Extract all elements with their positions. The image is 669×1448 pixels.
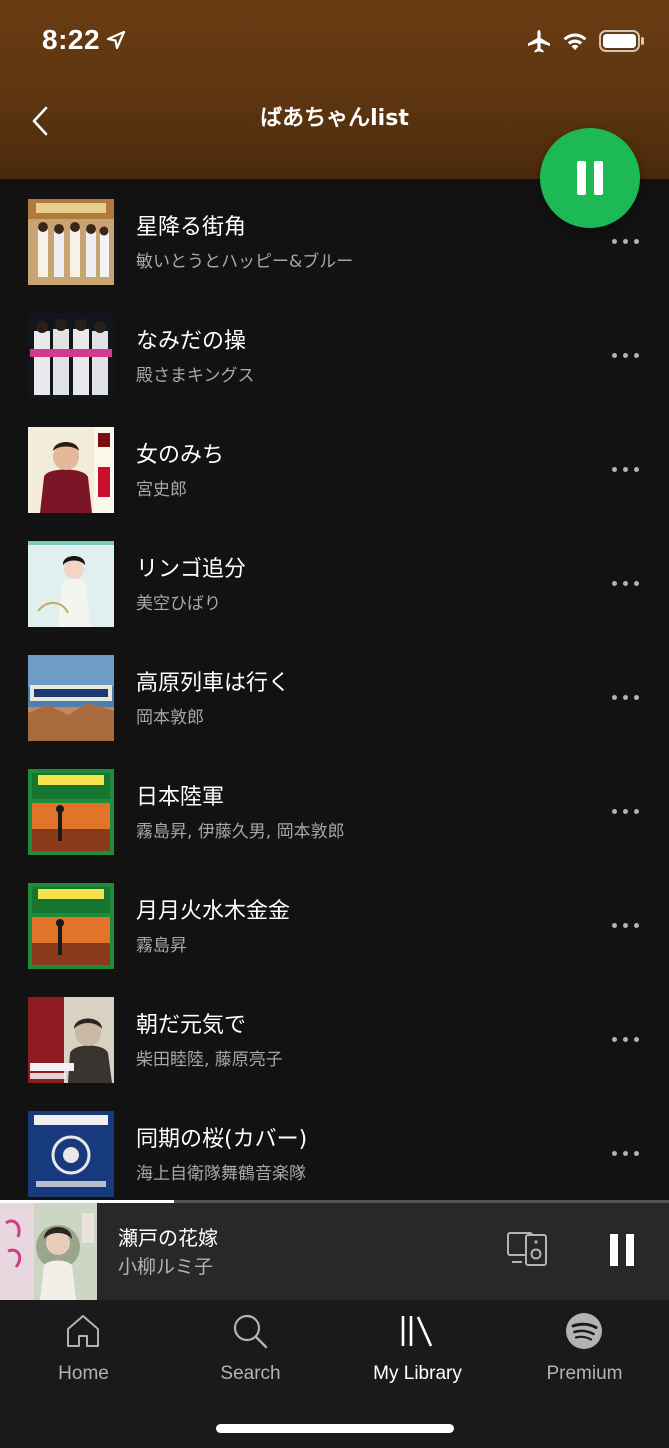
playback-progress bbox=[0, 1200, 669, 1203]
track-title: 同期の桜(カバー) bbox=[136, 1127, 308, 1152]
track-row[interactable]: 朝だ元気で 柴田睦陸, 藤原亮子 bbox=[0, 977, 669, 1091]
track-title: 朝だ元気で bbox=[136, 1013, 247, 1038]
album-cover bbox=[28, 313, 114, 399]
track-row[interactable]: 同期の桜(カバー) 海上自衛隊舞鶴音楽隊 bbox=[0, 1091, 669, 1200]
status-time: 8:22 bbox=[42, 24, 101, 55]
album-cover bbox=[28, 541, 114, 627]
home-icon bbox=[67, 1315, 99, 1347]
track-row[interactable]: 女のみち 宮史郎 bbox=[0, 407, 669, 521]
tab-label: Premium bbox=[546, 1363, 623, 1384]
search-icon bbox=[233, 1314, 268, 1349]
home-indicator bbox=[216, 1424, 454, 1433]
more-options-icon[interactable] bbox=[606, 229, 646, 255]
more-options-icon[interactable] bbox=[606, 457, 646, 483]
location-arrow-icon bbox=[106, 30, 126, 50]
track-artist: 海上自衛隊舞鶴音楽隊 bbox=[136, 1164, 306, 1184]
pause-button[interactable] bbox=[540, 128, 640, 228]
track-title: 日本陸軍 bbox=[136, 785, 225, 810]
track-title: 女のみち bbox=[136, 443, 225, 468]
more-options-icon[interactable] bbox=[606, 913, 646, 939]
mini-pause-button[interactable] bbox=[604, 1232, 640, 1268]
more-options-icon[interactable] bbox=[606, 1027, 646, 1053]
now-playing-title: 瀬戸の花嫁 bbox=[118, 1226, 218, 1250]
tab-label: My Library bbox=[373, 1363, 462, 1384]
album-cover bbox=[28, 1111, 114, 1197]
album-cover bbox=[28, 883, 114, 969]
playlist-title: ばあちゃんlist bbox=[260, 106, 409, 131]
tab-my-library[interactable]: My Library bbox=[334, 1300, 501, 1400]
tab-search[interactable]: Search bbox=[167, 1300, 334, 1400]
track-row[interactable]: リンゴ追分 美空ひばり bbox=[0, 521, 669, 635]
track-artist: 岡本敦郎 bbox=[136, 708, 204, 728]
album-cover bbox=[28, 427, 114, 513]
airplane-icon bbox=[528, 30, 550, 53]
pause-icon bbox=[610, 1234, 618, 1266]
track-title: リンゴ追分 bbox=[136, 557, 247, 582]
track-artist: 霧島昇, 伊藤久男, 岡本敦郎 bbox=[136, 822, 345, 842]
devices-icon[interactable] bbox=[506, 1230, 550, 1268]
more-options-icon[interactable] bbox=[606, 571, 646, 597]
track-artist: 柴田睦陸, 藤原亮子 bbox=[136, 1050, 283, 1070]
track-title: 星降る街角 bbox=[136, 215, 247, 240]
more-options-icon[interactable] bbox=[606, 1141, 646, 1167]
more-options-icon[interactable] bbox=[606, 343, 646, 369]
album-cover bbox=[28, 769, 114, 855]
track-title: 月月火水木金金 bbox=[136, 899, 291, 924]
more-options-icon[interactable] bbox=[606, 799, 646, 825]
track-row[interactable]: なみだの操 殿さまキングス bbox=[0, 293, 669, 407]
mini-player[interactable]: 瀬戸の花嫁 小柳ルミ子 bbox=[0, 1200, 669, 1300]
track-artist: 宮史郎 bbox=[136, 480, 187, 500]
track-list: 星降る街角 敏いとうとハッピー&ブルー なみだの操 殿さまキングス 女のみち 宮… bbox=[0, 179, 669, 1200]
more-options-icon[interactable] bbox=[606, 685, 646, 711]
track-title: 高原列車は行く bbox=[136, 671, 291, 696]
wifi-icon bbox=[563, 33, 587, 50]
track-row[interactable]: 日本陸軍 霧島昇, 伊藤久男, 岡本敦郎 bbox=[0, 749, 669, 863]
tab-home[interactable]: Home bbox=[0, 1300, 167, 1400]
now-playing-artist: 小柳ルミ子 bbox=[118, 1256, 214, 1278]
library-icon bbox=[401, 1316, 433, 1347]
tab-premium[interactable]: Premium bbox=[501, 1300, 668, 1400]
pause-icon bbox=[577, 161, 586, 195]
track-title: なみだの操 bbox=[136, 329, 247, 354]
track-artist: 殿さまキングス bbox=[136, 366, 255, 386]
battery-icon bbox=[599, 30, 644, 52]
track-artist: 敏いとうとハッピー&ブルー bbox=[136, 252, 354, 272]
tab-label: Search bbox=[220, 1363, 281, 1384]
track-row[interactable]: 高原列車は行く 岡本敦郎 bbox=[0, 635, 669, 749]
track-artist: 霧島昇 bbox=[136, 936, 187, 956]
track-row[interactable]: 月月火水木金金 霧島昇 bbox=[0, 863, 669, 977]
album-cover bbox=[28, 199, 114, 285]
album-cover bbox=[28, 997, 114, 1083]
spotify-icon bbox=[566, 1313, 602, 1349]
album-cover bbox=[28, 655, 114, 741]
tab-label: Home bbox=[58, 1363, 109, 1384]
now-playing-cover bbox=[0, 1203, 97, 1300]
track-artist: 美空ひばり bbox=[136, 594, 221, 614]
